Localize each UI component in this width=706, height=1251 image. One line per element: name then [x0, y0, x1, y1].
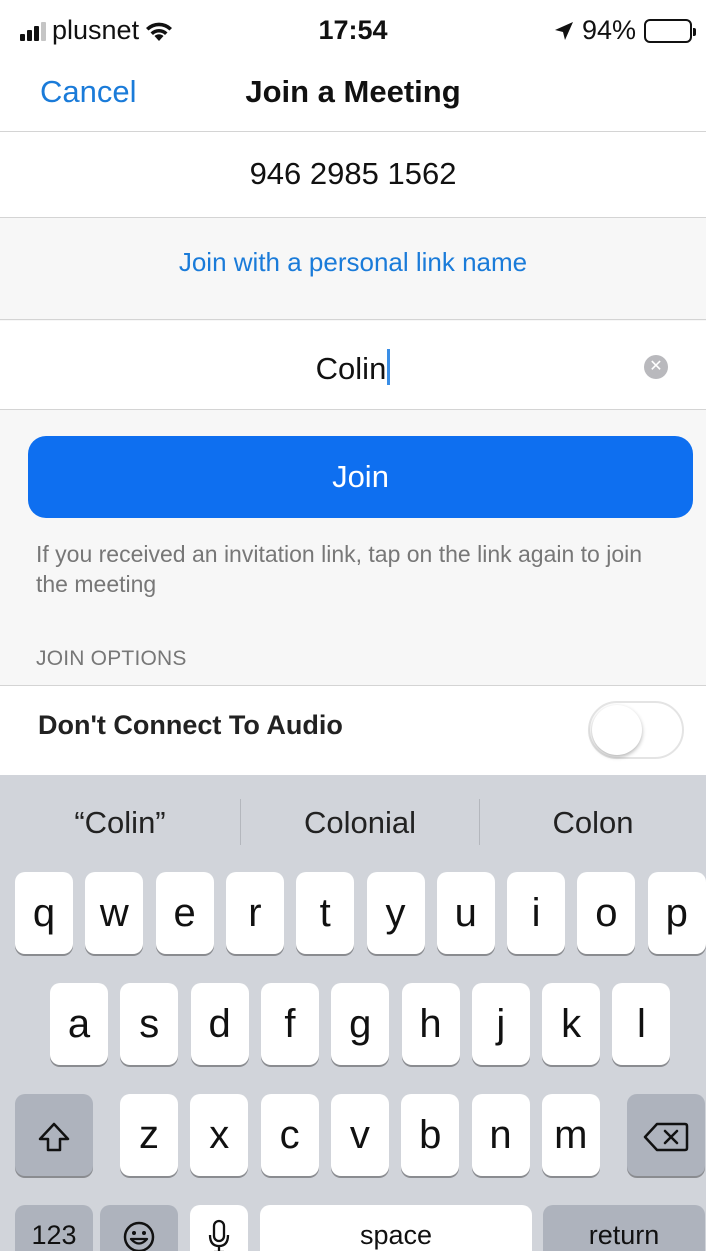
meeting-id-value: 946 2985 1562 — [249, 156, 457, 191]
numbers-key[interactable]: 123 — [15, 1205, 93, 1251]
key-j[interactable]: j — [471, 983, 530, 1065]
key-g[interactable]: g — [331, 983, 390, 1065]
battery-icon — [644, 18, 696, 43]
audio-toggle[interactable] — [588, 701, 684, 759]
join-options-header: JOIN OPTIONS — [36, 647, 187, 670]
clear-text-icon[interactable]: ✕ — [644, 355, 668, 379]
key-z[interactable]: z — [120, 1094, 178, 1176]
backspace-key[interactable] — [627, 1094, 705, 1176]
invitation-hint: If you received an invitation link, tap … — [36, 541, 643, 597]
battery-percentage: 94% — [581, 15, 636, 45]
audio-option-row: Don't Connect To Audio — [0, 685, 706, 775]
emoji-key[interactable] — [100, 1205, 178, 1251]
page-title: Join a Meeting — [245, 74, 461, 109]
dictation-key[interactable] — [190, 1205, 248, 1251]
key-t[interactable]: t — [296, 872, 355, 954]
key-a[interactable]: a — [50, 983, 108, 1065]
backspace-icon — [643, 1123, 689, 1152]
return-key[interactable]: return — [543, 1205, 705, 1251]
text-cursor — [387, 349, 391, 385]
key-u[interactable]: u — [436, 872, 495, 954]
key-m[interactable]: m — [541, 1094, 600, 1176]
key-i[interactable]: i — [507, 872, 566, 954]
key-k[interactable]: k — [542, 983, 601, 1065]
key-v[interactable]: v — [330, 1094, 389, 1176]
key-x[interactable]: x — [190, 1094, 249, 1176]
key-l[interactable]: l — [612, 983, 671, 1065]
suggestion-item[interactable]: Colon — [480, 805, 706, 841]
meeting-id-field[interactable]: 946 2985 1562 — [0, 132, 706, 218]
shift-icon — [38, 1123, 70, 1152]
suggestion-item[interactable]: “Colin” — [0, 805, 240, 841]
shift-key[interactable] — [15, 1094, 93, 1176]
status-bar: plusnet 17:54 94% — [0, 0, 706, 62]
keyboard: “Colin” Colonial Colon qwertyuiop asdfghj… — [0, 775, 706, 1251]
key-c[interactable]: c — [260, 1094, 319, 1176]
key-f[interactable]: f — [260, 983, 319, 1065]
key-s[interactable]: s — [120, 983, 179, 1065]
suggestion-item[interactable]: Colonial — [241, 805, 479, 841]
name-input[interactable]: Colin — [0, 349, 706, 387]
microphone-icon — [208, 1220, 230, 1251]
key-d[interactable]: d — [190, 983, 249, 1065]
join-button[interactable]: Join — [28, 436, 693, 518]
emoji-icon — [123, 1222, 155, 1251]
key-p[interactable]: p — [647, 872, 706, 954]
suggestion-bar: “Colin” Colonial Colon — [0, 775, 706, 870]
key-q[interactable]: q — [15, 872, 73, 954]
name-field[interactable]: Colin ✕ — [0, 321, 706, 410]
personal-link-row: Join with a personal link name — [0, 219, 706, 320]
key-w[interactable]: w — [85, 872, 144, 954]
key-o[interactable]: o — [577, 872, 636, 954]
key-y[interactable]: y — [366, 872, 425, 954]
name-value: Colin — [315, 351, 387, 386]
space-key[interactable]: space — [260, 1205, 532, 1251]
key-r[interactable]: r — [225, 872, 284, 954]
key-h[interactable]: h — [401, 983, 460, 1065]
key-b[interactable]: b — [401, 1094, 460, 1176]
navigation-bar: Cancel Join a Meeting — [0, 62, 706, 132]
audio-option-label: Don't Connect To Audio — [38, 710, 343, 740]
key-n[interactable]: n — [471, 1094, 530, 1176]
personal-link-button[interactable]: Join with a personal link name — [0, 247, 706, 278]
status-right: 94% — [554, 15, 696, 46]
location-arrow-icon — [554, 21, 573, 40]
key-e[interactable]: e — [155, 872, 214, 954]
toggle-knob — [592, 705, 642, 755]
